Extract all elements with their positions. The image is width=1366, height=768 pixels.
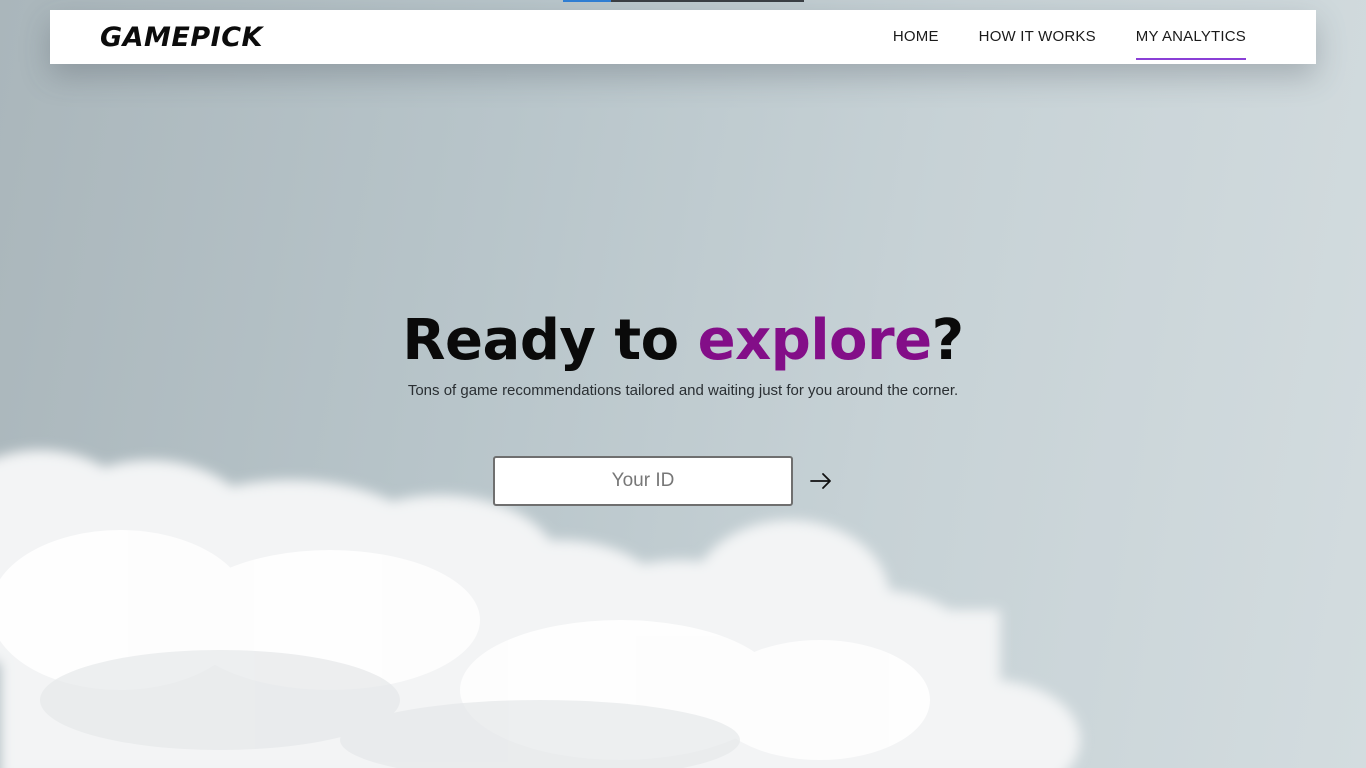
indicator-segment-active — [563, 0, 611, 2]
top-scroll-indicator — [563, 0, 804, 2]
nav-home[interactable]: HOME — [893, 10, 939, 64]
submit-button[interactable] — [807, 467, 835, 495]
hero-title-accent: explore — [697, 308, 932, 373]
navbar: GAMEPICK HOME HOW IT WORKS MY ANALYTICS — [50, 10, 1316, 64]
nav-how-it-works[interactable]: HOW IT WORKS — [979, 10, 1096, 64]
id-form — [493, 456, 835, 506]
hero-subtitle: Tons of game recommendations tailored an… — [407, 382, 959, 399]
user-id-input[interactable] — [493, 456, 793, 506]
hero-title-end: ? — [931, 308, 964, 373]
nav-my-analytics[interactable]: MY ANALYTICS — [1135, 10, 1247, 64]
indicator-segment-rest — [611, 0, 804, 2]
nav-links: HOME HOW IT WORKS MY ANALYTICS — [893, 10, 1247, 64]
hero-title-lead: Ready to — [402, 308, 698, 373]
hero-section: Ready to explore? Tons of game recommend… — [0, 306, 1366, 399]
arrow-right-icon — [810, 473, 831, 489]
hero-title: Ready to explore? — [0, 306, 1366, 376]
brand-logo[interactable]: GAMEPICK — [100, 22, 263, 53]
